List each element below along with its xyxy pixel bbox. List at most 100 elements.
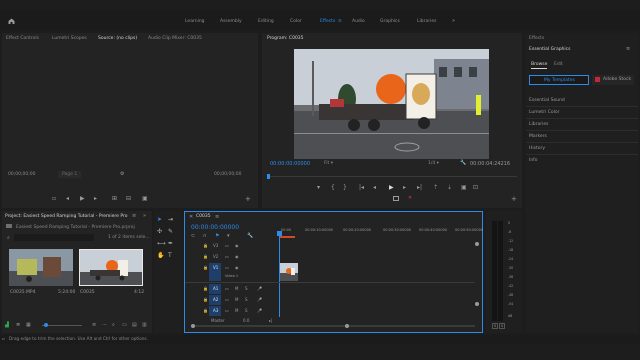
sort-icon[interactable]: ≡ [92,322,96,328]
close-icon[interactable]: ✕ [189,214,193,220]
tab-lumetri-scopes[interactable]: Lumetri Scopes [52,36,87,41]
settings-icon[interactable]: ⚙ [120,171,124,177]
tab-effect-controls[interactable]: Effect Controls [6,36,39,41]
pen-icon[interactable]: ✒ [168,240,173,247]
master-value[interactable]: 0.0 [243,318,249,323]
track-label[interactable]: A2 [213,297,218,302]
mark-in-icon[interactable]: { [331,185,335,191]
adobe-stock-button[interactable]: Adobe Stock [592,75,634,85]
program-fit-select[interactable]: Fit ▾ [324,161,333,166]
source-page-select[interactable]: Page 1 [58,171,82,178]
go-to-end-icon[interactable]: ▸| [269,318,272,323]
sync-icon[interactable]: ▭ [225,297,229,302]
scroll-handle-top[interactable] [475,242,479,246]
program-timecode[interactable]: 00:00:00:00000 [270,161,310,167]
workspace-editing[interactable]: Editing [258,19,274,24]
home-icon[interactable] [8,18,15,24]
mark-in-icon[interactable]: ▫ [52,196,56,202]
solo-button[interactable]: S [245,297,248,302]
timeline-tab[interactable]: C0035 [196,214,211,219]
safe-margins-icon[interactable] [393,196,399,201]
add-marker-icon[interactable]: ⚑ [215,233,219,239]
extract-icon[interactable]: ⇣ [447,185,452,191]
track-label[interactable]: A1 [213,286,218,291]
eye-icon[interactable]: ◉ [235,265,239,270]
clip-thumbnail-1[interactable] [9,249,73,286]
add-button-icon[interactable]: + [245,195,251,203]
tab-audio-clip-mixer[interactable]: Audio Clip Mixer: C0035 [148,36,202,41]
mute-button[interactable]: M [235,308,238,313]
lock-icon[interactable]: 🔒 [203,297,208,302]
side-item-history[interactable]: History [529,146,545,151]
lock-icon[interactable]: 🔒 [203,286,208,291]
selection-tool-icon[interactable]: ➤ [157,216,162,223]
go-to-in-icon[interactable]: |◂ [359,185,364,191]
list-view-icon[interactable]: ≣ [16,322,20,328]
sync-icon[interactable]: ▭ [225,308,229,313]
new-item-icon[interactable]: ▤ [132,322,137,328]
panel-menu-icon[interactable]: ≡ [215,214,219,220]
track-label[interactable]: V1 [213,265,218,270]
tab-edit[interactable]: Edit [554,62,563,67]
workspace-color[interactable]: Color [290,19,302,24]
solo-right-button[interactable]: S [499,323,506,329]
track-label[interactable]: A3 [213,308,218,313]
source-timecode[interactable]: 00;00;00;00 [8,172,35,177]
step-forward-icon[interactable]: ▸ [403,185,406,191]
sync-icon[interactable]: ▭ [225,254,229,259]
button-editor-icon[interactable]: ⊡ [473,185,478,191]
program-scrubber[interactable] [267,174,517,179]
playhead-handle[interactable] [277,231,282,236]
zoom-slider[interactable] [42,325,82,326]
solo-button[interactable]: S [245,308,248,313]
mic-icon[interactable]: 🎤 [257,286,262,291]
new-bin-icon[interactable]: ▭ [122,322,127,328]
camera-icon[interactable]: ▣ [461,185,467,191]
export-frame-icon[interactable]: ▣ [142,196,148,202]
mute-button[interactable]: M [235,286,238,291]
scroll-handle-right[interactable] [345,324,349,328]
sync-icon[interactable]: ▭ [225,243,229,248]
work-area-bar[interactable] [279,236,295,238]
search-icon[interactable]: ⌕ [7,235,10,241]
marker-icon[interactable]: ▾ [227,233,230,239]
mic-icon[interactable]: 🎤 [257,308,262,313]
side-item-markers[interactable]: Markers [529,134,547,139]
overflow-icon[interactable]: » [143,213,146,219]
search-input[interactable] [14,234,94,241]
timeline-timecode[interactable]: 00:00:00:00000 [191,224,239,231]
marker-icon[interactable]: ▾ [317,185,320,191]
playhead-marker[interactable] [267,174,270,179]
step-forward-icon[interactable]: ▸ [94,196,97,202]
side-item-lumetri-color[interactable]: Lumetri Color [529,110,559,115]
track-select-icon[interactable]: ⇥ [168,216,173,223]
solo-button[interactable]: S [245,286,248,291]
workspace-learning[interactable]: Learning [185,19,205,24]
panel-menu-icon[interactable]: ≡ [626,46,630,52]
workspace-menu-icon[interactable]: ≡ [338,19,342,24]
automate-icon[interactable]: ⋯ [102,322,107,328]
snap-icon[interactable]: ⊂ [191,233,195,239]
mic-icon[interactable]: 🎤 [257,297,262,302]
workspace-audio[interactable]: Audio [352,19,365,24]
mute-button[interactable]: M [235,297,238,302]
side-item-essential-sound[interactable]: Essential Sound [529,98,565,103]
lift-icon[interactable]: ⇡ [433,185,438,191]
close-overlay-icon[interactable]: ✕ [408,195,412,201]
workspace-assembly[interactable]: Assembly [220,19,242,24]
project-title[interactable]: Project: Easiest Speed Ramping Tutorial … [5,214,127,219]
go-to-out-icon[interactable]: ▸| [417,185,422,191]
lock-icon[interactable]: 🔒 [203,265,208,270]
find-icon[interactable]: ⌕ [112,322,115,328]
scroll-handle-left[interactable] [191,324,195,328]
mark-out-icon[interactable]: } [343,185,347,191]
zoom-handle[interactable] [44,323,48,327]
time-ruler[interactable]: 00:00 00:00:10:00000 00:00:20:00000 00:0… [279,226,483,240]
ripple-edit-icon[interactable]: ✣ [157,228,162,235]
video-clip[interactable] [280,263,298,281]
wrench-icon[interactable]: 🔧 [460,160,466,166]
clip-thumbnail-2[interactable] [79,249,143,286]
eye-icon[interactable]: ◉ [235,254,239,259]
slip-icon[interactable]: ⟷ [157,240,166,247]
side-item-libraries[interactable]: Libraries [529,122,548,127]
